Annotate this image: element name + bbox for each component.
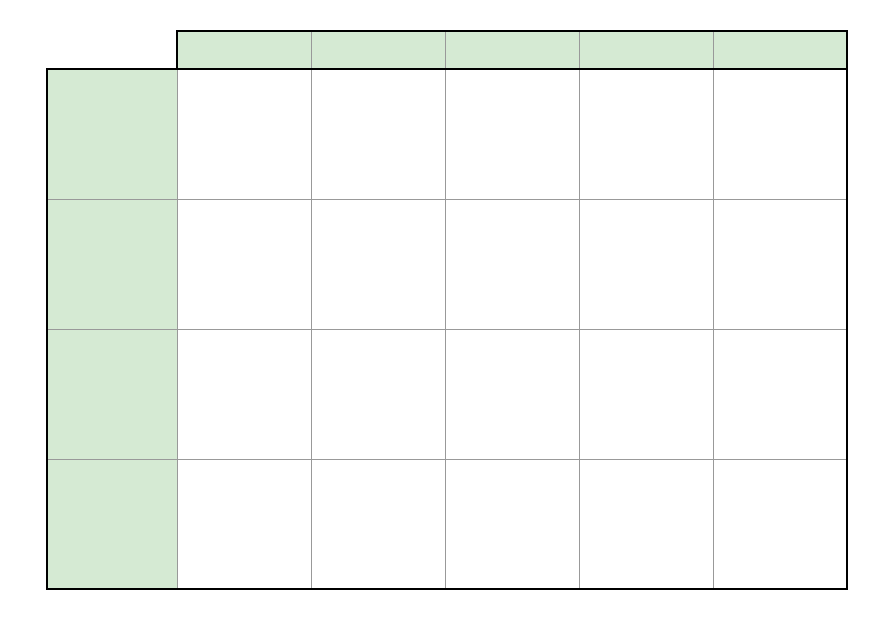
data-cell xyxy=(579,459,713,589)
data-cell xyxy=(177,199,311,329)
row-header xyxy=(47,69,177,199)
column-header-row xyxy=(47,31,847,69)
data-cell xyxy=(445,459,579,589)
column-header xyxy=(311,31,445,69)
row-header xyxy=(47,199,177,329)
row-header xyxy=(47,329,177,459)
data-cell xyxy=(177,459,311,589)
data-cell xyxy=(311,69,445,199)
column-header xyxy=(713,31,847,69)
data-cell xyxy=(713,329,847,459)
blank-table xyxy=(46,30,848,590)
data-cell xyxy=(311,329,445,459)
data-cell xyxy=(177,329,311,459)
data-cell xyxy=(579,329,713,459)
data-cell xyxy=(713,69,847,199)
grid-table xyxy=(46,30,848,590)
column-header xyxy=(177,31,311,69)
data-cell xyxy=(177,69,311,199)
row-header xyxy=(47,459,177,589)
column-header xyxy=(445,31,579,69)
table-row xyxy=(47,329,847,459)
data-cell xyxy=(445,329,579,459)
data-cell xyxy=(311,199,445,329)
data-cell xyxy=(311,459,445,589)
data-cell xyxy=(445,199,579,329)
table-row xyxy=(47,459,847,589)
data-cell xyxy=(579,199,713,329)
table-row xyxy=(47,69,847,199)
column-header xyxy=(579,31,713,69)
table-row xyxy=(47,199,847,329)
data-cell xyxy=(713,199,847,329)
data-cell xyxy=(579,69,713,199)
corner-cell xyxy=(47,31,177,69)
data-cell xyxy=(713,459,847,589)
data-cell xyxy=(445,69,579,199)
